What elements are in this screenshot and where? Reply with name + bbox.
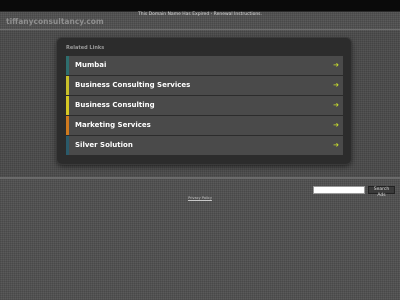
related-link-business-consulting-services[interactable]: Business Consulting Services ➔ [66, 76, 343, 95]
related-link-marketing-services[interactable]: Marketing Services ➔ [66, 116, 343, 135]
related-links-list: Mumbai ➔ Business Consulting Services ➔ … [66, 56, 343, 156]
related-link-label[interactable]: Marketing Services [69, 116, 343, 135]
related-link-label[interactable]: Business Consulting Services [69, 76, 343, 95]
related-link-label[interactable]: Business Consulting [69, 96, 343, 115]
search-input[interactable] [313, 186, 365, 194]
expired-notice-bar: This Domain Name Has Expired - Renewal I… [0, 0, 400, 17]
search-ads-button[interactable]: Search Ads [368, 186, 395, 198]
arrow-right-icon: ➔ [333, 141, 339, 149]
privacy-policy-link[interactable]: Privacy Policy [0, 196, 400, 200]
related-link-label[interactable]: Mumbai [69, 56, 343, 75]
related-link-business-consulting[interactable]: Business Consulting ➔ [66, 96, 343, 115]
related-link-silver-solution[interactable]: Silver Solution ➔ [66, 136, 343, 155]
header-divider [0, 29, 400, 30]
arrow-right-icon: ➔ [333, 121, 339, 129]
arrow-right-icon: ➔ [333, 81, 339, 89]
related-link-mumbai[interactable]: Mumbai ➔ [66, 56, 343, 75]
expired-notice-link[interactable]: This Domain Name Has Expired - Renewal I… [138, 12, 262, 17]
arrow-right-icon: ➔ [333, 61, 339, 69]
related-links-title: Related Links [66, 45, 105, 51]
related-link-label[interactable]: Silver Solution [69, 136, 343, 155]
arrow-right-icon: ➔ [333, 101, 339, 109]
domain-title[interactable]: tiffanyconsultancy.com [6, 17, 104, 26]
related-links-panel: Related Links Mumbai ➔ Business Consulti… [57, 38, 351, 164]
